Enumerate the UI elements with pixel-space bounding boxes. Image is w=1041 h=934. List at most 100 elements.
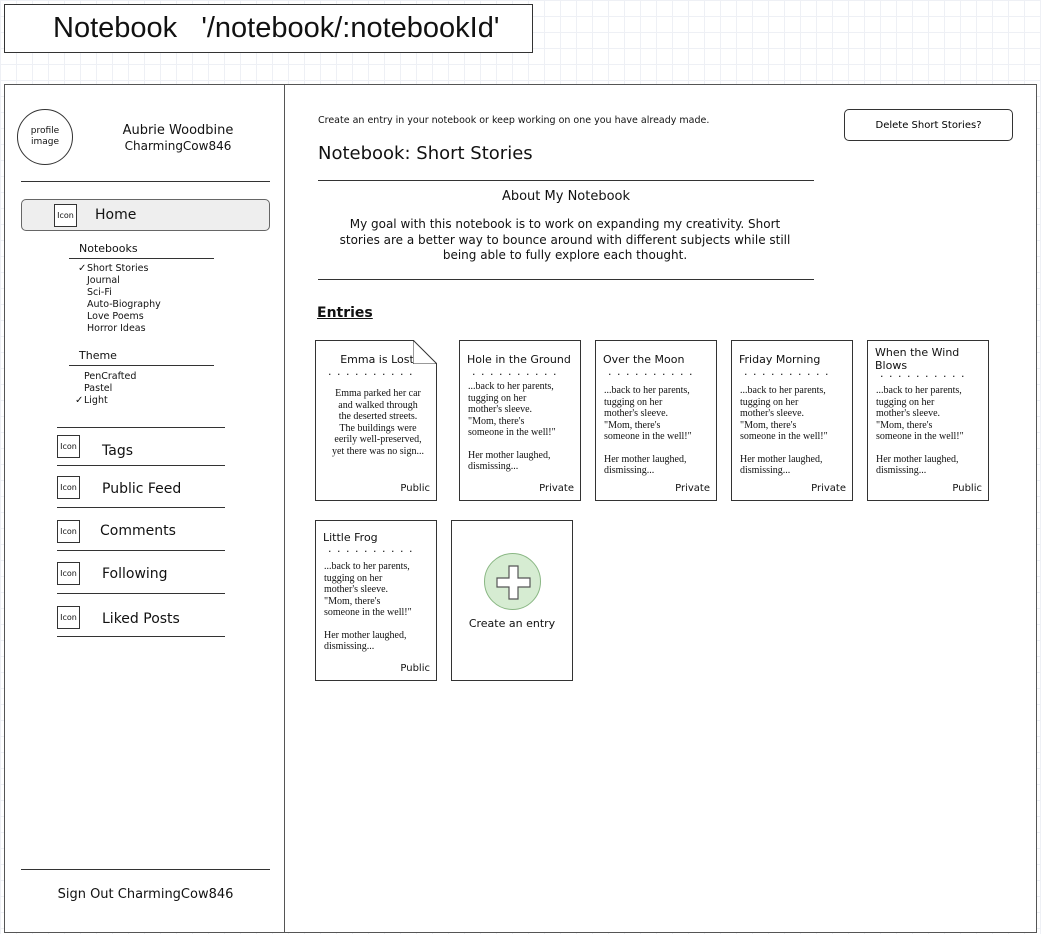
- delete-notebook-button[interactable]: Delete Short Stories?: [844, 109, 1013, 141]
- user-handle: CharmingCow846: [124, 139, 232, 153]
- liked-posts-icon: Icon: [57, 606, 80, 629]
- entry-card[interactable]: Over the Moon · · · · · · · · · · · · ·..…: [595, 340, 717, 501]
- following-icon: Icon: [57, 562, 80, 585]
- tagline: Create an entry in your notebook or keep…: [318, 115, 710, 126]
- theme-item[interactable]: ✓ Light: [75, 395, 136, 407]
- entries-heading: Entries: [317, 305, 373, 321]
- excerpt-line: [468, 439, 576, 450]
- sign-out-link[interactable]: Sign Out CharmingCow846: [21, 887, 270, 902]
- avatar[interactable]: profile image: [17, 109, 73, 165]
- nav-item-liked-posts[interactable]: Icon Liked Posts: [57, 606, 227, 642]
- excerpt-line: dismissing...: [324, 641, 375, 652]
- signout-divider: [21, 869, 270, 870]
- excerpt-line: someone in the well!": [740, 431, 828, 442]
- nav-label: Following: [102, 566, 168, 582]
- app-frame: profile image Aubrie Woodbine CharmingCo…: [4, 84, 1037, 933]
- excerpt-line: "Mom, there's: [604, 419, 661, 431]
- notebook-label: Short Stories: [87, 263, 149, 274]
- nav-label: Comments: [100, 523, 176, 539]
- theme-list: PenCrafted Pastel ✓ Light: [75, 371, 136, 407]
- excerpt-line: ...back to her parents,: [324, 561, 410, 572]
- excerpt-line: Her mother laughed,: [604, 453, 687, 465]
- excerpt-line: ...back to her parents,: [876, 385, 962, 396]
- home-label: Home: [95, 207, 137, 223]
- visibility-badge: Private: [539, 483, 574, 494]
- route-title: Notebook '/notebook/:notebookId': [4, 4, 533, 53]
- title-underline: · · · · · · · · · · · · ·: [328, 548, 412, 556]
- notebook-item[interactable]: Horror Ideas: [87, 323, 161, 335]
- home-icon: Icon: [54, 204, 77, 227]
- excerpt-line: the deserted streets.: [338, 411, 418, 422]
- notebooks-label: Notebooks: [79, 242, 138, 255]
- excerpt-line: [604, 443, 712, 454]
- create-entry-button[interactable]: Create an entry: [451, 520, 573, 681]
- nav-label: Liked Posts: [102, 611, 180, 627]
- nav-label: Tags: [102, 443, 133, 459]
- page-title: Notebook: Short Stories: [318, 143, 533, 164]
- theme-divider: [69, 365, 214, 366]
- comments-icon: Icon: [57, 520, 80, 543]
- excerpt-line: mother's sleeve.: [740, 408, 805, 419]
- entry-card[interactable]: When the Wind Blows· · · · · · · · · · ·…: [867, 340, 989, 501]
- excerpt-line: tugging on her: [324, 572, 383, 584]
- main-content: Create an entry in your notebook or keep…: [285, 85, 1036, 932]
- excerpt-line: ...back to her parents,: [740, 385, 826, 396]
- excerpt-line: tugging on her: [604, 396, 663, 408]
- excerpt-line: ...back to her parents,: [604, 385, 690, 396]
- entry-card[interactable]: Little Frog · · · · · · · · · · · · · ...b…: [315, 520, 437, 681]
- nav-divider: [57, 465, 225, 466]
- visibility-badge: Private: [675, 483, 710, 494]
- nav-item-comments[interactable]: Icon Comments: [57, 520, 227, 556]
- about-bottom-divider: [318, 279, 814, 280]
- entry-title: Over the Moon: [603, 353, 685, 366]
- entry-excerpt: ...back to her parents, tugging on her mot…: [604, 385, 712, 477]
- title-underline: · · · · · · · · · · · · ·: [608, 371, 692, 379]
- nav-item-tags[interactable]: Icon Tags: [57, 435, 227, 471]
- nav-item-public-feed[interactable]: Icon Public Feed: [57, 476, 227, 512]
- excerpt-line: someone in the well!": [324, 607, 412, 618]
- notebook-label: Auto-Biography: [87, 299, 161, 310]
- nav-label: Public Feed: [102, 481, 182, 497]
- check-icon: ✓: [78, 263, 87, 274]
- entry-card[interactable]: Friday Morning · · · · · · · · · · · · ·.…: [731, 340, 853, 501]
- theme-item[interactable]: Pastel: [84, 383, 136, 395]
- visibility-badge: Private: [811, 483, 846, 494]
- nav-divider: [57, 507, 225, 508]
- entry-excerpt: Emma parked her car and walked through the…: [324, 388, 432, 457]
- notebooks-divider: [69, 258, 214, 259]
- notebook-item[interactable]: Journal: [87, 275, 161, 287]
- plus-icon: [496, 565, 531, 600]
- nav-divider: [57, 636, 225, 637]
- nav-item-following[interactable]: Icon Following: [57, 562, 227, 598]
- excerpt-line: mother's sleeve.: [604, 408, 669, 419]
- entry-card[interactable]: Emma is Lost· · · · · · · · · · · · ·Emm…: [315, 340, 437, 501]
- excerpt-line: someone in the well!": [468, 427, 556, 438]
- title-underline: · · · · · · · · · · · · ·: [744, 371, 828, 379]
- notebook-item[interactable]: Love Poems: [87, 311, 161, 323]
- notebook-label: Journal: [87, 275, 120, 286]
- entry-title: When the Wind Blows: [875, 346, 960, 372]
- excerpt-line: ...back to her parents,: [468, 381, 554, 392]
- excerpt-line: [740, 443, 848, 454]
- excerpt-line: and walked through: [338, 399, 418, 411]
- theme-label: PenCrafted: [84, 371, 137, 382]
- notebook-label: Horror Ideas: [87, 323, 146, 334]
- theme-item[interactable]: PenCrafted: [84, 371, 136, 383]
- excerpt-line: someone in the well!": [876, 431, 964, 442]
- notebook-item[interactable]: Auto-Biography: [87, 299, 161, 311]
- excerpt-line: Her mother laughed,: [876, 453, 959, 465]
- entry-title: Hole in the Ground: [467, 353, 571, 366]
- theme-label: Light: [84, 395, 108, 406]
- entry-card[interactable]: Hole in the Ground · · · · · · · · · · · …: [459, 340, 581, 501]
- excerpt-line: The buildings were: [339, 422, 417, 434]
- notebook-item[interactable]: Sci-Fi: [87, 287, 161, 299]
- visibility-badge: Public: [400, 663, 430, 674]
- theme-label: Pastel: [84, 383, 113, 394]
- excerpt-line: dismissing...: [876, 465, 927, 476]
- excerpt-line: dismissing...: [604, 465, 655, 476]
- excerpt-line: [324, 619, 432, 630]
- home-button[interactable]: Icon Home: [21, 199, 270, 231]
- notebook-item[interactable]: ✓ Short Stories: [78, 263, 161, 275]
- about-top-divider: [318, 180, 814, 181]
- notebook-label: Love Poems: [87, 311, 144, 322]
